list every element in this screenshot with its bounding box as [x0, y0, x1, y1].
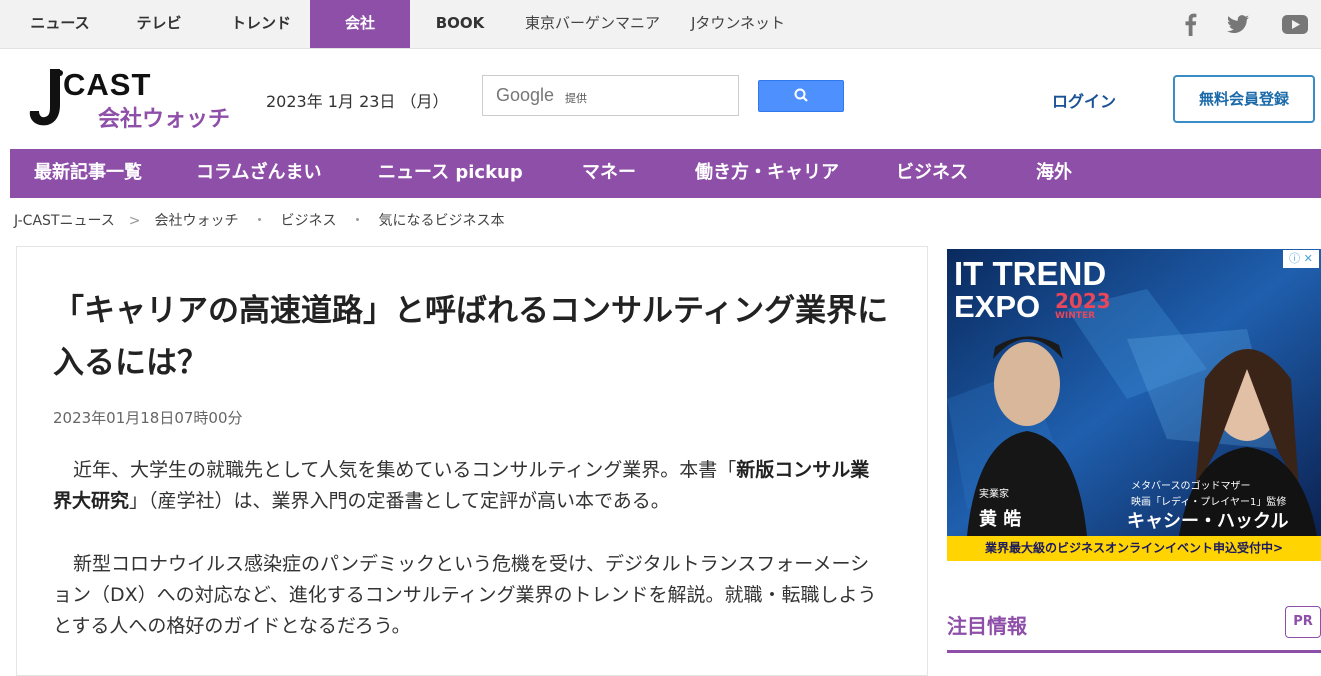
ad-person-1-role: 実業家: [979, 489, 1009, 500]
search-icon: [794, 88, 808, 102]
breadcrumb-business-books[interactable]: 気になるビジネス本: [379, 213, 505, 229]
paragraph-text: 近年、大学生の就職先として人気を集めているコンサルティング業界。本書「: [73, 459, 737, 481]
attention-divider: [947, 650, 1321, 653]
ad-title-2: EXPO: [954, 289, 1041, 324]
breadcrumb-separator: ・: [350, 213, 365, 229]
ad-person-2-role: メタバースのゴッドマザー: [1131, 481, 1251, 492]
attention-heading: 注目情報: [947, 614, 1027, 638]
site-header: CAST 会社ウォッチ 2023年 1月 23日 （月） Google 提供 ロ…: [0, 49, 1321, 149]
breadcrumb-separator: ・: [252, 213, 267, 229]
breadcrumb-separator: >: [128, 213, 141, 229]
ad-info-icon[interactable]: ⓘ ✕: [1283, 250, 1319, 268]
article-card: 「キャリアの高速道路」と呼ばれるコンサルティング業界に入るには？ 2023年01…: [16, 246, 928, 676]
top-tab-jtown[interactable]: Jタウンネット: [684, 0, 792, 48]
ad-person-1: [994, 342, 1060, 426]
top-tab-news[interactable]: ニュース: [28, 0, 92, 48]
top-tab-book[interactable]: BOOK: [428, 0, 492, 48]
top-tab-bargain[interactable]: 東京バーゲンマニア: [520, 0, 665, 48]
top-bar: ニュース テレビ トレンド 会社 BOOK 東京バーゲンマニア Jタウンネット: [0, 0, 1321, 49]
youtube-icon[interactable]: [1281, 10, 1309, 38]
ad-person-2-name: キャシー・ハックル: [1127, 511, 1289, 532]
article-title: 「キャリアの高速道路」と呼ばれるコンサルティング業界に入るには？: [53, 293, 889, 381]
search-input[interactable]: Google 提供: [482, 75, 739, 116]
ad-person-2-role: 映画「レディ・プレイヤー1」監修: [1131, 497, 1287, 508]
nav-money[interactable]: マネー: [582, 149, 636, 198]
nav-business[interactable]: ビジネス: [896, 149, 968, 198]
logo-text: CAST: [63, 67, 152, 102]
pr-badge: PR: [1285, 606, 1321, 638]
logo-subtitle: 会社ウォッチ: [98, 107, 231, 132]
top-tab-company[interactable]: 会社: [310, 0, 410, 48]
main-nav: 最新記事一覧 コラムざんまい ニュース pickup マネー 働き方・キャリア …: [10, 149, 1321, 198]
advertisement-banner[interactable]: IT TREND EXPO 2023 WINTER ⓘ ✕ 実業家 黄 皓 メタ…: [947, 249, 1321, 561]
breadcrumb-business[interactable]: ビジネス: [281, 213, 337, 229]
search-button[interactable]: [758, 80, 844, 112]
article-paragraph-1: 近年、大学生の就職先として人気を集めているコンサルティング業界。本書「新版コンサ…: [53, 455, 883, 517]
breadcrumb-jcast-news[interactable]: J-CASTニュース: [14, 213, 115, 229]
ad-season: WINTER: [1055, 311, 1096, 321]
top-tab-tv[interactable]: テレビ: [127, 0, 191, 48]
article-paragraph-2: 新型コロナウイルス感染症のパンデミックという危機を受け、デジタルトランスフォーメ…: [53, 553, 877, 637]
ad-title-1: IT TREND: [954, 255, 1107, 292]
facebook-icon[interactable]: [1177, 10, 1205, 38]
nav-news-pickup[interactable]: ニュース pickup: [378, 149, 523, 198]
twitter-icon[interactable]: [1224, 10, 1252, 38]
top-tab-trend[interactable]: トレンド: [223, 0, 299, 48]
paragraph-text: 」（産学社）は、業界入門の定番書として定評が高い本である。: [129, 490, 670, 512]
current-date: 2023年 1月 23日 （月）: [266, 92, 449, 111]
register-button[interactable]: 無料会員登録: [1173, 75, 1315, 123]
nav-overseas[interactable]: 海外: [1036, 149, 1072, 198]
breadcrumb: J-CASTニュース > 会社ウォッチ・ビジネス・気になるビジネス本: [14, 210, 505, 230]
nav-latest[interactable]: 最新記事一覧: [34, 149, 142, 198]
ad-person-1-name: 黄 皓: [979, 509, 1022, 530]
article-published-date: 2023年01月18日07時00分: [53, 409, 243, 427]
ad-cta-strip[interactable]: 業界最大級のビジネスオンラインイベント申込受付中>: [947, 536, 1321, 561]
breadcrumb-company-watch[interactable]: 会社ウォッチ: [155, 213, 239, 229]
search-provided-label: 提供: [565, 92, 587, 105]
login-link[interactable]: ログイン: [1052, 88, 1116, 112]
ad-year: 2023: [1055, 289, 1111, 313]
nav-career[interactable]: 働き方・キャリア: [695, 149, 839, 198]
google-brand: Google: [496, 85, 555, 105]
nav-column[interactable]: コラムざんまい: [196, 149, 321, 198]
